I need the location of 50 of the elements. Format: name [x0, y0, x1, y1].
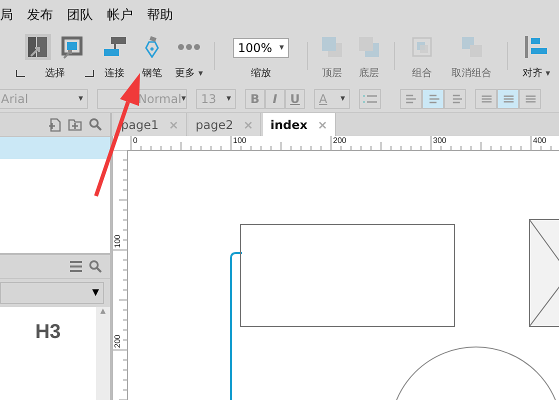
align-button[interactable] — [422, 89, 444, 109]
pen-tool[interactable]: 钢笔 — [134, 30, 170, 86]
zoom-dropdown[interactable]: 100% ▾ — [232, 38, 289, 58]
align-button[interactable] — [400, 89, 422, 109]
connector-icon — [102, 36, 127, 58]
menu-icon[interactable] — [70, 261, 82, 272]
ruler-label: 300 — [433, 136, 446, 145]
ungroup-icon — [460, 35, 484, 59]
ruler-label: 100 — [113, 234, 122, 248]
search-icon[interactable] — [89, 260, 102, 273]
menu-item[interactable]: 帐户 — [107, 6, 133, 24]
align-left-icon — [524, 35, 548, 59]
heading-widget[interactable]: H3 — [0, 307, 96, 400]
page-tab[interactable]: index × — [263, 113, 336, 136]
list-button[interactable] — [359, 89, 381, 109]
menu-item[interactable]: 发布 — [27, 6, 53, 24]
rectangle-shape[interactable] — [240, 224, 455, 327]
more-tool[interactable]: 更多 ▾ — [170, 30, 208, 86]
font-dropdown[interactable]: Arial ▾ — [0, 89, 88, 109]
dots-icon — [177, 43, 202, 51]
menu-item[interactable]: 团队 — [67, 6, 93, 24]
pen-nib-icon — [142, 36, 161, 58]
align-button[interactable] — [475, 89, 497, 109]
send-back-icon — [358, 36, 380, 58]
add-folder-icon[interactable] — [68, 118, 82, 130]
align-button[interactable] — [444, 89, 466, 109]
zoom-tool[interactable]: 100% ▾ 缩放 — [221, 30, 301, 86]
menu-item[interactable]: 帮助 — [147, 6, 173, 24]
ruler-label: 400 — [533, 136, 546, 145]
ruler-label: 200 — [113, 334, 122, 348]
select-box-icon — [58, 34, 85, 60]
select-tool[interactable]: 选择 — [14, 30, 96, 86]
align-lines-icon — [404, 92, 418, 106]
align-tool[interactable]: 对齐 ▾ — [514, 30, 559, 86]
list-icon — [363, 93, 377, 105]
font-color-button[interactable]: A ▾ — [314, 89, 350, 109]
size-dropdown[interactable]: 13 ▾ — [196, 89, 236, 109]
search-icon[interactable] — [89, 118, 102, 131]
align-button[interactable] — [519, 89, 541, 109]
align-button[interactable] — [497, 89, 519, 109]
image-placeholder[interactable] — [529, 219, 559, 327]
bring-front-icon — [320, 36, 343, 58]
connect-tool[interactable]: 连接 — [96, 30, 134, 86]
menu-item[interactable]: 局 — [0, 6, 13, 24]
ruler-label: 100 — [233, 136, 246, 145]
ruler-label: 0 — [133, 136, 138, 145]
ruler-label: 200 — [333, 136, 346, 145]
group-icon — [410, 35, 434, 59]
library-dropdown[interactable]: ▼ — [0, 282, 104, 304]
add-page-icon[interactable] — [48, 118, 61, 132]
